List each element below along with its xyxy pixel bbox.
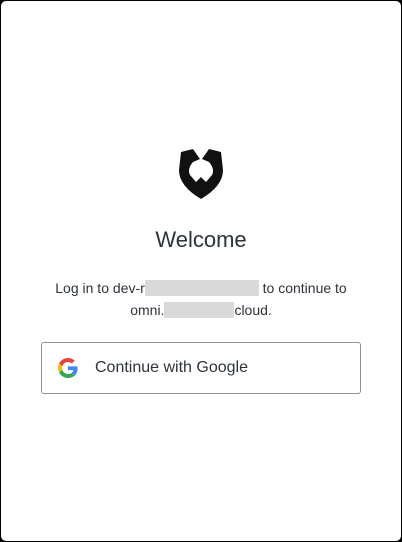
login-card: Welcome Log in to dev-r to continue to o… [1, 1, 401, 541]
google-button-label: Continue with Google [95, 359, 248, 376]
google-logo-icon [58, 358, 78, 378]
redacted-domain [164, 302, 235, 318]
description-middle: to continue to [258, 280, 347, 296]
shield-logo-icon [178, 148, 224, 200]
description-prefix: Log in to dev-r [55, 280, 145, 296]
description-line2-suffix: cloud. [234, 302, 272, 318]
redacted-tenant [144, 280, 259, 296]
page-title: Welcome [155, 227, 247, 252]
continue-with-google-button[interactable]: Continue with Google [41, 342, 361, 394]
description-line2-prefix: omni. [130, 302, 165, 318]
login-description: Log in to dev-r to continue to omni. clou… [31, 277, 371, 321]
